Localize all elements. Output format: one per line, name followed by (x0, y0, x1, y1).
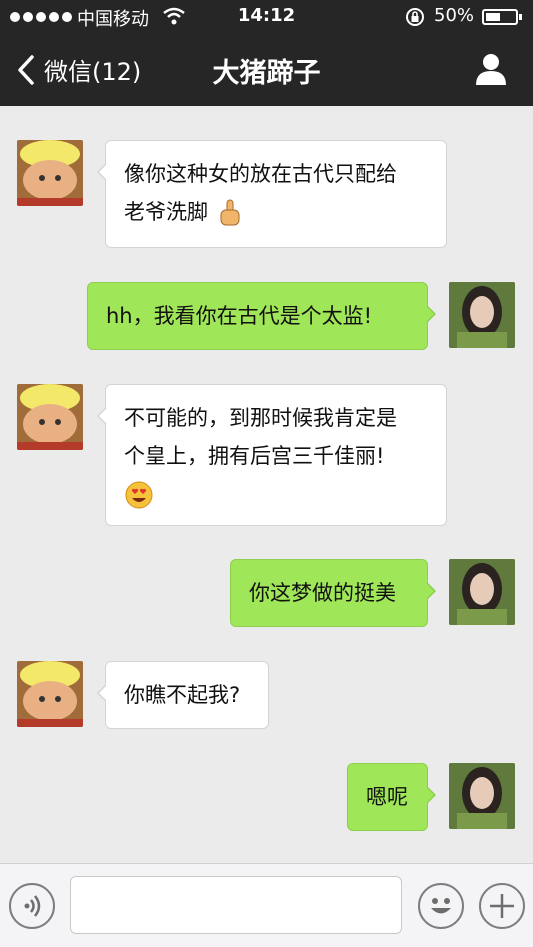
message-line: hh，我看你在古代是个太监! (106, 304, 373, 328)
contact-avatar[interactable] (17, 140, 83, 206)
contact-avatar[interactable] (17, 661, 83, 727)
input-bar (0, 863, 533, 947)
message-line: 嗯呢 (366, 785, 408, 809)
cartoon-avatar-image (17, 384, 83, 450)
contact-avatar[interactable] (17, 384, 83, 450)
message-bubble[interactable]: 像你这种女的放在古代只配给 老爷洗脚 (97, 140, 447, 248)
status-bar: 中国移动 14:12 50% (0, 0, 533, 34)
message-line: 你这梦做的挺美 (249, 581, 396, 605)
add-button[interactable] (479, 883, 525, 929)
cartoon-avatar-image (17, 140, 83, 206)
nav-bar: 微信(12) 大猪蹄子 (0, 34, 533, 106)
message-line: 老爷洗脚 (124, 193, 428, 231)
message-line: 你瞧不起我? (124, 683, 241, 707)
battery-percent: 50% (434, 5, 475, 26)
message-bubble[interactable]: hh，我看你在古代是个太监! (87, 282, 436, 350)
person-icon[interactable] (474, 52, 508, 86)
photo-avatar-image (449, 763, 515, 829)
message-input[interactable] (70, 876, 402, 934)
user-avatar[interactable] (449, 763, 515, 829)
rotation-lock-icon (406, 8, 424, 26)
chat-title: 大猪蹄子 (212, 58, 321, 89)
message-bubble[interactable]: 你这梦做的挺美 (230, 559, 436, 627)
emoji-icon (431, 898, 451, 914)
message-bubble[interactable]: 不可能的，到那时候我肯定是 个皇上，拥有后宫三千佳丽! (97, 384, 447, 526)
heart-eyes-emoji (125, 481, 153, 509)
message-line: 个皇上，拥有后宫三千佳丽! (124, 444, 385, 468)
photo-avatar-image (449, 559, 515, 625)
message-line (124, 475, 428, 513)
voice-button[interactable] (9, 883, 55, 929)
battery-icon (482, 9, 522, 25)
message-line: 像你这种女的放在古代只配给 (124, 162, 397, 186)
voice-icon (24, 895, 41, 917)
message-bubble[interactable]: 你瞧不起我? (97, 661, 269, 729)
pointing-finger-emoji (220, 199, 240, 226)
cartoon-avatar-image (17, 661, 83, 727)
add-icon (490, 894, 514, 918)
photo-avatar-image (449, 282, 515, 348)
message-bubble[interactable]: 嗯呢 (347, 763, 436, 831)
user-avatar[interactable] (449, 559, 515, 625)
user-avatar[interactable] (449, 282, 515, 348)
emoji-button[interactable] (418, 883, 464, 929)
message-line: 不可能的，到那时候我肯定是 (124, 406, 397, 430)
chat-area: 像你这种女的放在古代只配给 老爷洗脚 hh，我看你在古代是个太监! 不可能的，到… (0, 106, 533, 863)
